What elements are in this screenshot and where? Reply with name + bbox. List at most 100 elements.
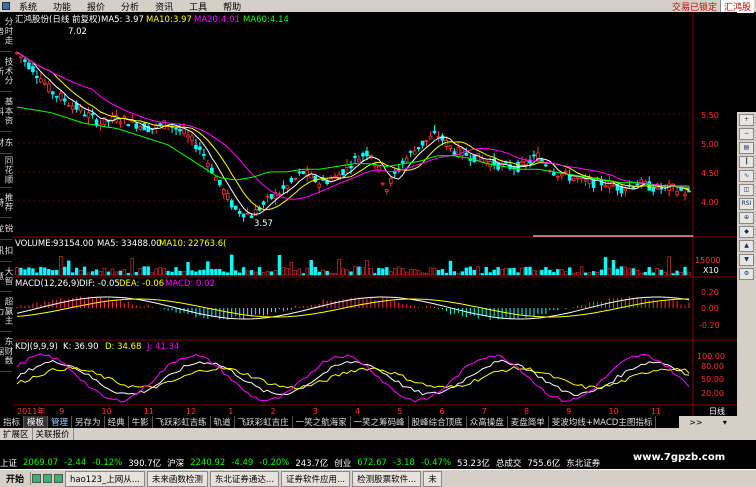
up-arrow-icon[interactable]: ▲ <box>739 240 754 252</box>
ma60-label: MA60: <box>243 15 270 25</box>
left-tab-chaoying[interactable]: 超赢主力 <box>0 292 13 332</box>
rsi-icon[interactable]: RSI <box>739 198 754 210</box>
site-watermark: www.7gpzb.com <box>633 452 726 463</box>
menu-tools[interactable]: 工具 <box>180 0 214 13</box>
taskbar-item[interactable]: 未来函数检测 <box>146 470 208 487</box>
menu-info[interactable]: 资讯 <box>146 0 180 13</box>
left-tab-recommend[interactable]: 推荐特 <box>0 188 13 218</box>
menu-system[interactable]: 系统 <box>10 0 44 13</box>
ext-tab-related-quote[interactable]: 关联报价 <box>33 428 74 440</box>
macd-tick: 0.20 <box>701 288 719 297</box>
tab-dropdown[interactable]: ▾ <box>723 418 727 427</box>
taskbar-item[interactable]: hao123_上网从... <box>65 470 145 487</box>
tab-classic[interactable]: 经典 <box>105 416 129 428</box>
quicklaunch-icon[interactable] <box>43 474 53 483</box>
zoom-in-icon[interactable]: + <box>739 114 754 126</box>
menu-analysis[interactable]: 分析 <box>112 0 146 13</box>
settings-icon[interactable]: ⚙ <box>739 268 754 280</box>
taskbar-item[interactable]: 未 <box>423 470 442 487</box>
taskbar-item[interactable]: 东北证券通达... <box>209 470 280 487</box>
left-tab-dongcai[interactable]: 东财 <box>0 132 13 154</box>
volume-bar <box>663 272 667 276</box>
left-tab-kouxun[interactable]: 扣讯 <box>0 240 13 262</box>
candle-body <box>277 193 282 196</box>
volume-bar <box>206 261 210 276</box>
candle-body <box>301 170 306 174</box>
zoom-out-icon[interactable]: − <box>739 128 754 140</box>
candle-body <box>365 150 369 157</box>
ticker-value: 2240.92 <box>190 457 226 468</box>
tab-rainbow-2[interactable]: 飞跃彩虹吉庄 <box>235 416 293 428</box>
price-panel-title: 汇鸿股份(日线 前复权) <box>15 14 101 25</box>
candle-body <box>70 105 75 110</box>
volume-bar <box>122 268 127 276</box>
tab-chip-peak[interactable]: 一笑之筹码峰 <box>351 416 409 428</box>
ext-tab-extension[interactable]: 扩展区 <box>0 428 33 440</box>
overlay-icon[interactable]: ◫ <box>739 184 754 196</box>
left-tab-ruilong[interactable]: 锐龙 <box>0 218 13 240</box>
tab-niuying[interactable]: 牛影 <box>129 416 153 428</box>
volume-bar <box>639 272 643 276</box>
tab-track[interactable]: 轨道 <box>211 416 235 428</box>
start-button[interactable]: 开始 <box>0 472 32 485</box>
left-tab-profile[interactable]: 基本资料 <box>0 92 13 132</box>
quicklaunch-icon[interactable] <box>32 474 42 483</box>
candle-body <box>214 176 218 181</box>
tab-zhonggao[interactable]: 众高操盘 <box>467 416 508 428</box>
menu-quote[interactable]: 报价 <box>78 0 112 13</box>
volume-tick: 15000 <box>695 256 720 265</box>
volume-bar <box>500 268 504 276</box>
right-toolbar: + − ▤ ┃ ∿ ◫ RSI ⊕ ◆ ▲ ▼ ⚙ <box>737 112 756 440</box>
taskbar-item[interactable]: 证券软件应用... <box>281 470 351 487</box>
macd-tick: -0.20 <box>699 321 720 330</box>
volume-bar <box>428 267 433 276</box>
candle-body <box>174 127 178 130</box>
candle-body <box>82 114 87 117</box>
chart-type-icon[interactable]: ▤ <box>739 142 754 154</box>
candle-body <box>261 201 266 205</box>
left-tab-technical[interactable]: 技术分析 <box>0 52 13 92</box>
volume-bar <box>174 267 178 276</box>
candle-body <box>245 212 250 215</box>
period-label[interactable]: 日线 <box>709 406 725 416</box>
tab-navigator[interactable]: 一笑之航海家 <box>293 416 351 428</box>
tab-peak-combo[interactable]: 股峰综合顶底 <box>409 416 467 428</box>
volume-bar <box>234 270 238 276</box>
tab-simple[interactable]: 麦盘简单 <box>508 416 549 428</box>
tab-template[interactable]: 模板 <box>24 416 49 428</box>
plus-icon[interactable]: ⊕ <box>739 212 754 224</box>
taskbar-item[interactable]: 检测股票软件... <box>352 470 422 487</box>
volume-scale: X10 <box>703 266 719 275</box>
tab-rainbow-1[interactable]: 飞跃彩虹吉练 <box>153 416 211 428</box>
menu-function[interactable]: 功能 <box>44 0 78 13</box>
down-arrow-icon[interactable]: ▼ <box>739 254 754 266</box>
kline-icon[interactable]: ┃ <box>739 156 754 168</box>
quicklaunch-icon[interactable] <box>54 474 64 483</box>
volume-bar <box>679 271 683 276</box>
candle-body <box>78 106 83 112</box>
vol-ma5-value: 33488.00 <box>121 239 162 249</box>
volume-bar <box>452 271 457 276</box>
menu-help[interactable]: 帮助 <box>214 0 248 13</box>
date-label: 1 <box>228 407 233 416</box>
tab-fib-macd[interactable]: 斐波均线+MACD主图指标 <box>549 416 657 428</box>
arrow-icon[interactable]: ◆ <box>739 226 754 238</box>
left-tab-ths[interactable]: 同花顺 <box>0 154 13 188</box>
tab-scroll-right[interactable]: >> <box>689 418 702 427</box>
ticker-pct: -0.20% <box>259 457 290 468</box>
left-tab-timeshare[interactable]: 分时走势 <box>0 12 13 52</box>
volume-bar <box>623 266 628 276</box>
kline-chart-area[interactable]: 汇鸿股份(日线 前复权) MA5: 3.97 MA10: 3.97 MA20: … <box>13 12 737 432</box>
candle-body <box>94 119 99 126</box>
tab-save-as[interactable]: 另存为 <box>72 416 105 428</box>
tab-indicator[interactable]: 指标 <box>0 416 25 428</box>
volume-bar <box>253 271 258 276</box>
candle-body <box>687 190 691 193</box>
kline-chart-svg[interactable]: 汇鸿股份(日线 前复权) MA5: 3.97 MA10: 3.97 MA20: … <box>13 12 737 416</box>
volume-bar <box>631 268 636 276</box>
candle-body <box>233 205 238 210</box>
left-tab-dzh[interactable]: 大智慧 <box>0 262 13 292</box>
indicator-icon[interactable]: ∿ <box>739 170 754 182</box>
tab-manage[interactable]: 管理 <box>48 416 73 428</box>
left-tab-dcdata[interactable]: 东财数据 <box>0 332 13 372</box>
